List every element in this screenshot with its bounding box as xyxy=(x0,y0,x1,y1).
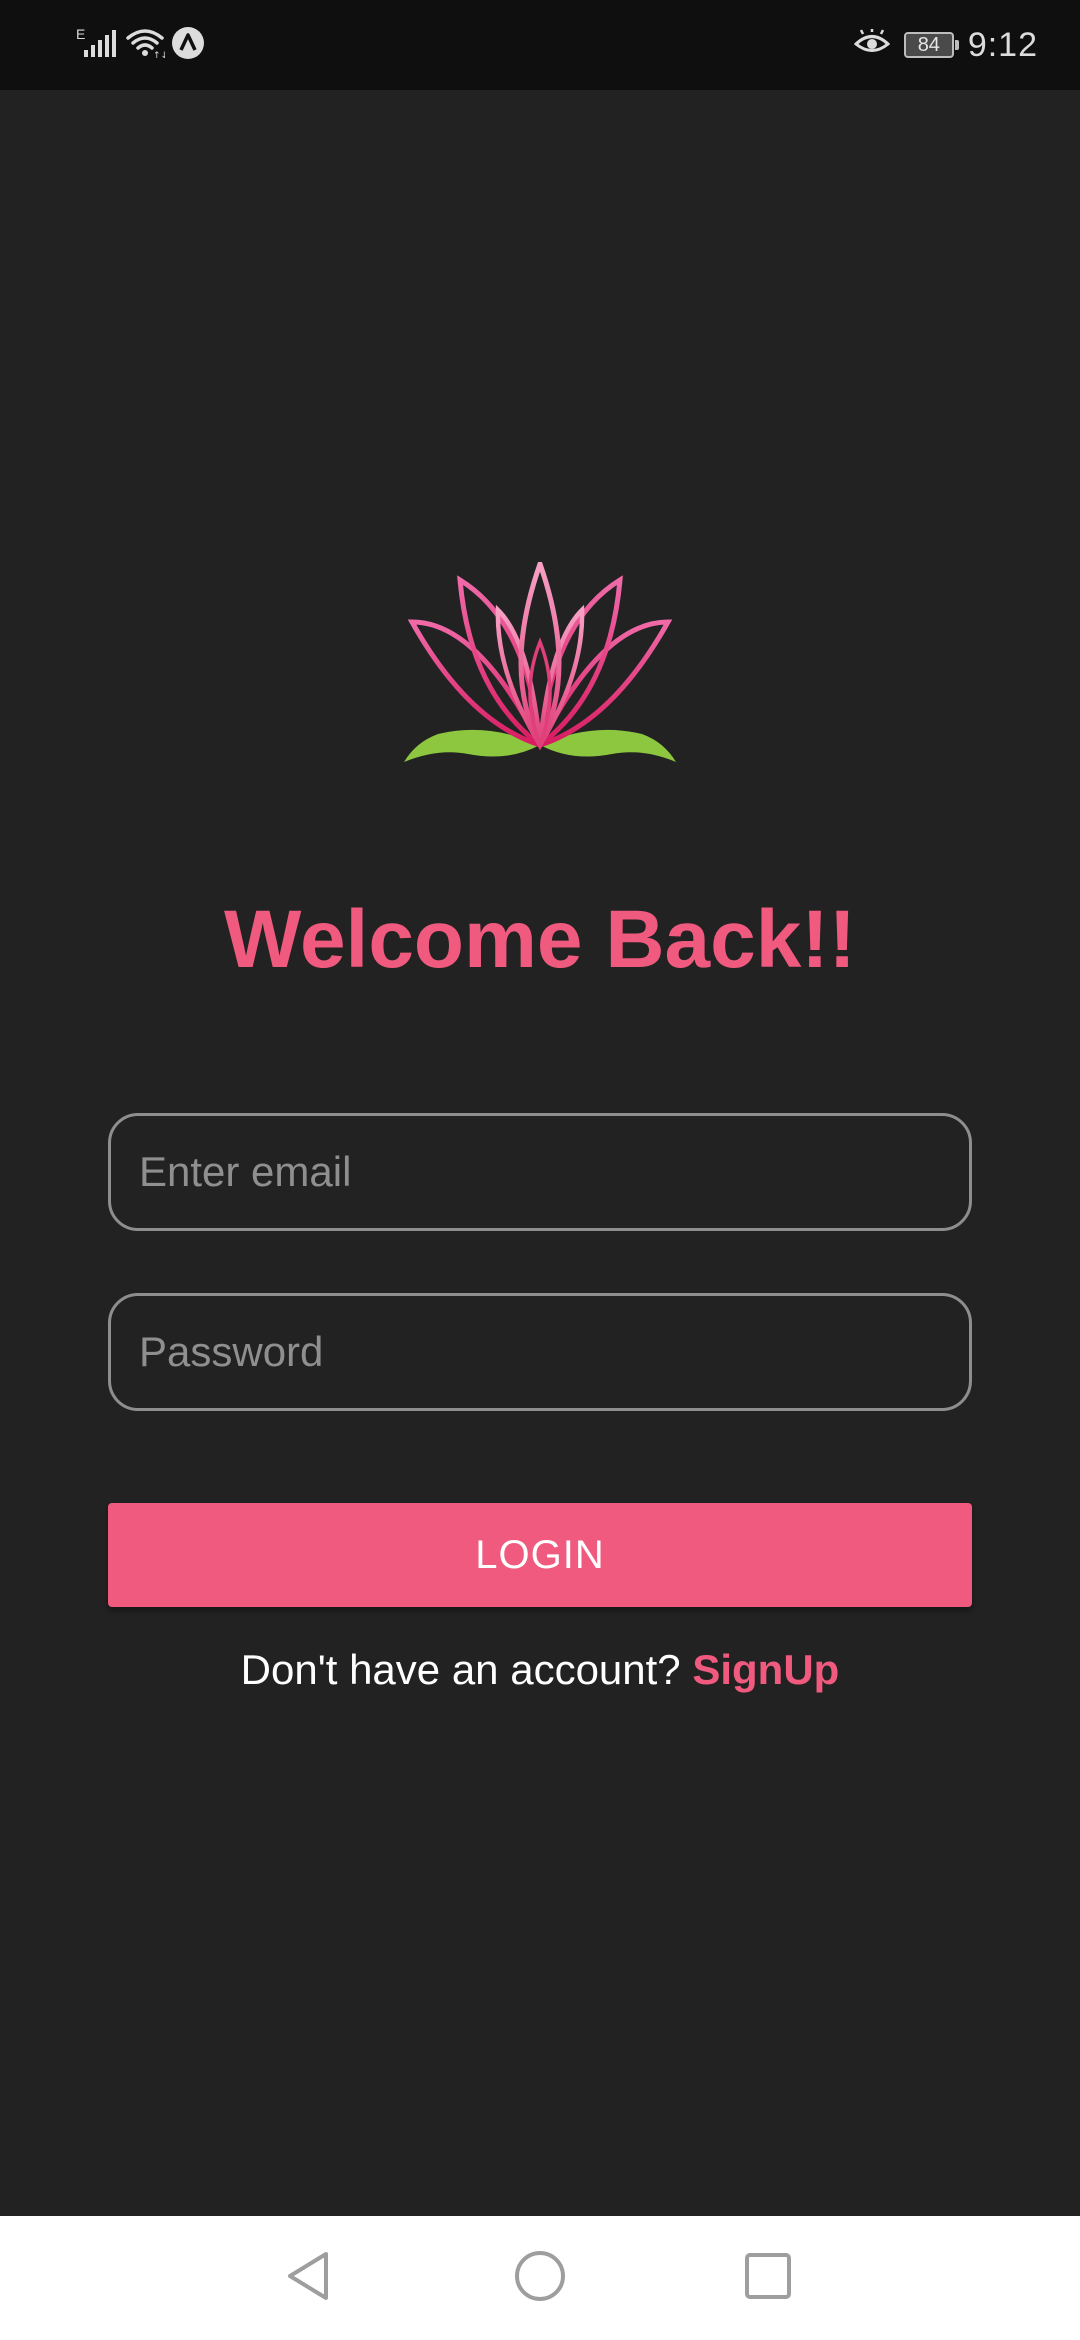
login-screen: E ↑↓ 84 9:12 Welcome Back!! Enter email … xyxy=(0,0,1080,2340)
recents-icon xyxy=(744,2252,792,2305)
back-button[interactable] xyxy=(248,2216,368,2340)
signal-icon xyxy=(83,28,119,63)
app-notification-icon xyxy=(171,26,205,65)
home-button[interactable] xyxy=(480,2216,600,2340)
wifi-icon: ↑↓ xyxy=(125,27,168,64)
eye-comfort-icon xyxy=(853,27,891,62)
email-field[interactable] xyxy=(111,1116,969,1228)
password-field[interactable] xyxy=(111,1296,969,1408)
login-button[interactable]: LOGIN xyxy=(108,1503,972,1607)
battery-icon: 84 xyxy=(903,32,959,58)
recents-button[interactable] xyxy=(708,2216,828,2340)
status-bar: E ↑↓ 84 9:12 xyxy=(0,0,1080,90)
clock: 9:12 xyxy=(967,25,1038,64)
welcome-title: Welcome Back!! xyxy=(224,894,856,985)
signup-prompt-text: Don't have an account? xyxy=(240,1646,681,1693)
home-icon xyxy=(514,2250,566,2307)
navigation-bar xyxy=(0,2216,1080,2340)
signup-link[interactable]: SignUp xyxy=(692,1646,839,1693)
signup-prompt: Don't have an account? SignUp xyxy=(0,1640,1080,1700)
status-right-group: 84 9:12 xyxy=(853,22,1038,68)
status-left-group: E ↑↓ xyxy=(76,22,205,68)
back-icon xyxy=(284,2250,332,2307)
password-field-container xyxy=(108,1293,972,1411)
svg-text:↑↓: ↑↓ xyxy=(153,51,165,59)
lotus-logo xyxy=(398,556,682,782)
email-field-container xyxy=(108,1113,972,1231)
